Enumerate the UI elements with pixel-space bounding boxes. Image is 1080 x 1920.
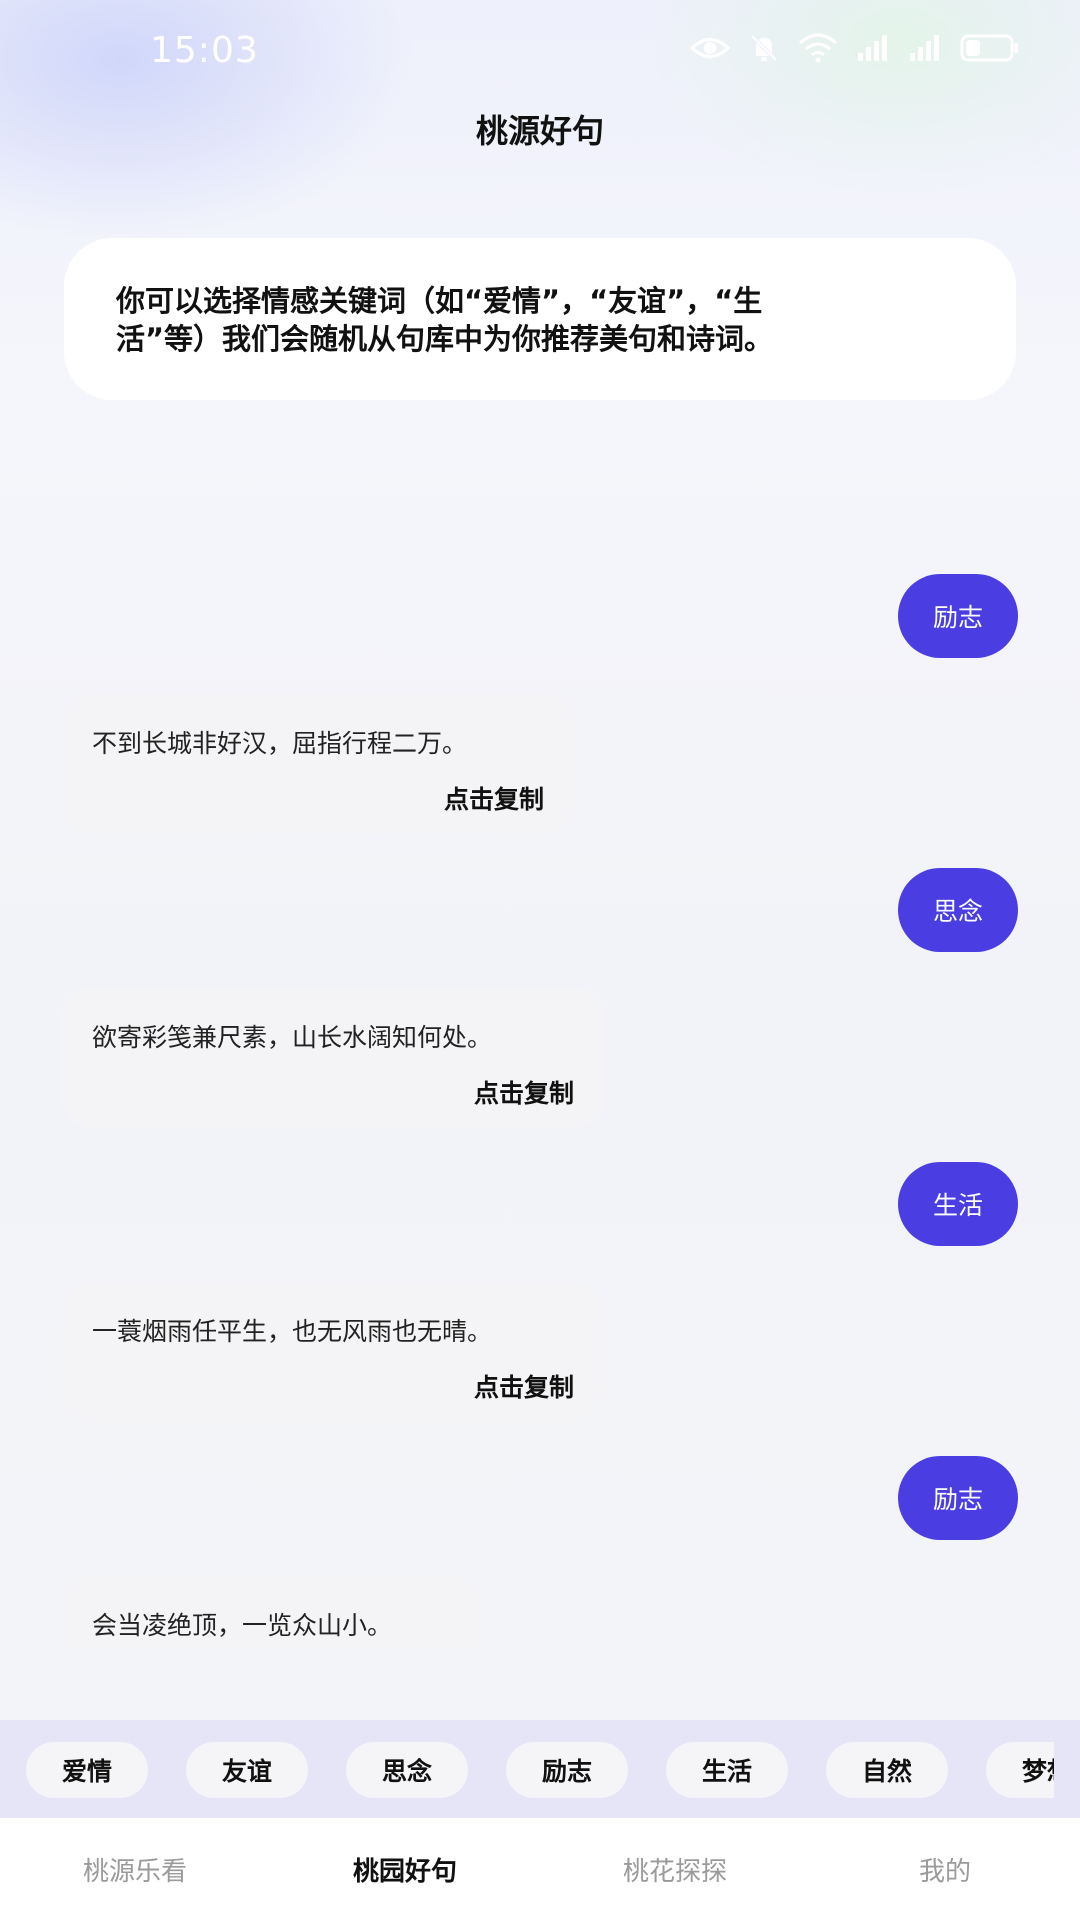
bot-message: 会当凌绝顶，一览众山小。 <box>62 1576 482 1648</box>
keyword-bar: 爱情 友谊 思念 励志 生活 自然 梦想 <box>0 1720 1080 1818</box>
keyword-chip-friendship[interactable]: 友谊 <box>186 1742 308 1798</box>
tab-taoyuan-haoju[interactable]: 桃园好句 <box>270 1818 540 1920</box>
tab-mine[interactable]: 我的 <box>810 1818 1080 1920</box>
bot-message-text: 一蓑烟雨任平生，也无风雨也无晴。 <box>92 1317 493 1346</box>
copy-button[interactable]: 点击复制 <box>474 1368 574 1404</box>
tab-taohua-tantan[interactable]: 桃花探探 <box>540 1818 810 1920</box>
keyword-chip-inspiration[interactable]: 励志 <box>506 1742 628 1798</box>
keyword-chip-nature[interactable]: 自然 <box>826 1742 948 1798</box>
intro-line-2: 活”等）我们会随机从句库中为你推荐美句和诗词。 <box>116 322 774 356</box>
bottom-tab-bar: 桃源乐看 桃园好句 桃花探探 我的 <box>0 1818 1080 1920</box>
keyword-track[interactable]: 爱情 友谊 思念 励志 生活 自然 梦想 <box>26 1742 1054 1798</box>
bot-message: 不到长城非好汉，屈指行程二万。 点击复制 <box>62 694 574 834</box>
keyword-chip-life[interactable]: 生活 <box>666 1742 788 1798</box>
bot-message: 欲寄彩笺兼尺素，山长水阔知何处。 点击复制 <box>62 988 604 1128</box>
user-message: 思念 <box>898 868 1018 952</box>
intro-line-1: 你可以选择情感关键词（如“爱情”，“友谊”，“生 <box>116 284 763 318</box>
bot-message-text: 会当凌绝顶，一览众山小。 <box>92 1611 393 1640</box>
bot-message: 一蓑烟雨任平生，也无风雨也无晴。 点击复制 <box>62 1282 604 1422</box>
intro-card: 你可以选择情感关键词（如“爱情”，“友谊”，“生 活”等）我们会随机从句库中为你… <box>64 238 1016 400</box>
user-message: 生活 <box>898 1162 1018 1246</box>
copy-button[interactable]: 点击复制 <box>444 780 544 816</box>
tab-taoyuan-lekan[interactable]: 桃源乐看 <box>0 1818 270 1920</box>
user-message: 励志 <box>898 574 1018 658</box>
bot-message-text: 欲寄彩笺兼尺素，山长水阔知何处。 <box>92 1023 493 1052</box>
chat-area[interactable]: 你可以选择情感关键词（如“爱情”，“友谊”，“生 活”等）我们会随机从句库中为你… <box>0 0 1080 1648</box>
bot-message-text: 不到长城非好汉，屈指行程二万。 <box>92 729 468 758</box>
keyword-chip-missing[interactable]: 思念 <box>346 1742 468 1798</box>
user-message: 励志 <box>898 1456 1018 1540</box>
keyword-chip-dream[interactable]: 梦想 <box>986 1742 1054 1798</box>
copy-button[interactable]: 点击复制 <box>474 1074 574 1110</box>
keyword-chip-love[interactable]: 爱情 <box>26 1742 148 1798</box>
